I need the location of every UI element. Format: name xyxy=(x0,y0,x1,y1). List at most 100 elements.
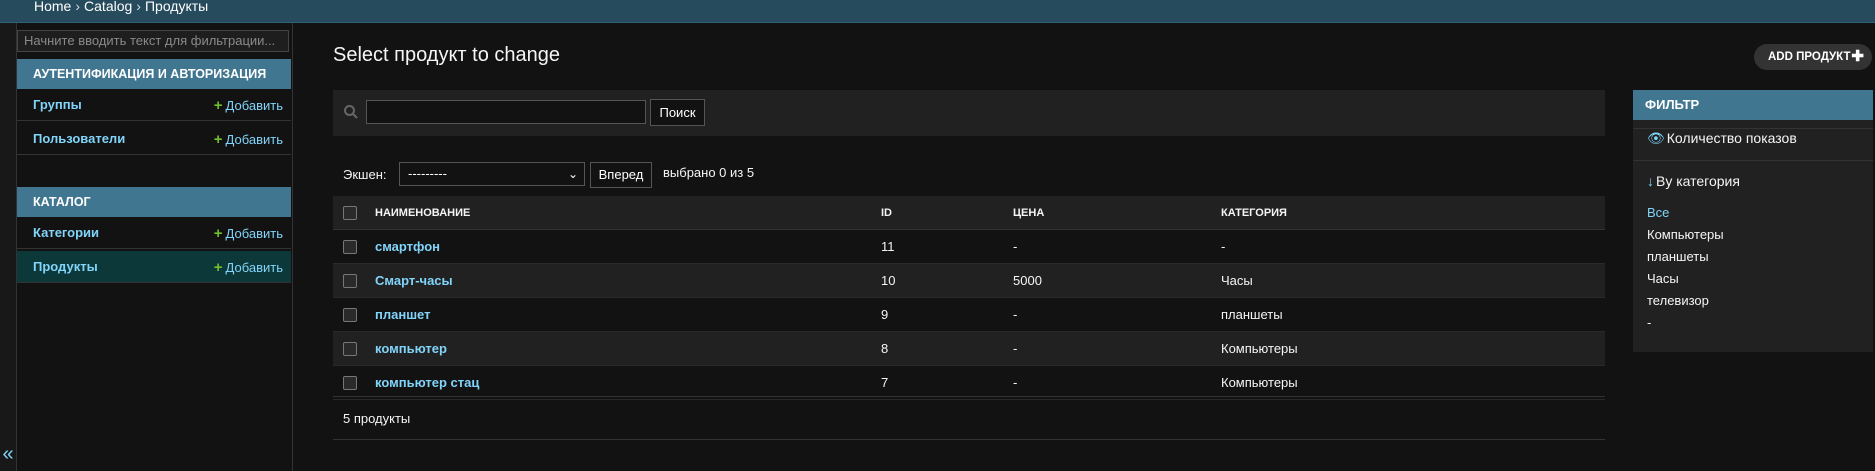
product-link[interactable]: смартфон xyxy=(375,239,440,254)
plus-icon: + xyxy=(213,131,223,148)
product-link[interactable]: компьютер xyxy=(375,341,447,356)
actions-bar: Экшен: --------- ⌄ Вперед выбрано 0 из 5 xyxy=(333,160,1605,190)
cell-category: Компьютеры xyxy=(1221,375,1298,390)
add-product-label: Add продукт xyxy=(1768,51,1851,63)
sidebar-item-categories[interactable]: Категории + Добавить xyxy=(17,217,291,249)
cell-id: 7 xyxy=(881,375,889,390)
filter-option-all[interactable]: Все xyxy=(1647,202,1724,224)
filter-title: Фильтр xyxy=(1633,90,1873,120)
cell-price: - xyxy=(1013,341,1018,356)
product-link[interactable]: Смарт-часы xyxy=(375,273,453,288)
paginator: 5 продукты xyxy=(333,396,1605,440)
filter-panel: Фильтр 👁 Количество показов ↓ By категория… xyxy=(1633,90,1873,352)
add-label: Добавить xyxy=(225,132,283,147)
sidebar-item-groups[interactable]: Группы + Добавить xyxy=(17,89,291,121)
results-table: Наименование ID Цена Категория смартфон … xyxy=(333,196,1605,400)
show-counts-toggle[interactable]: 👁 Количество показов xyxy=(1647,130,1797,147)
cell-price: - xyxy=(1013,307,1018,322)
breadcrumb-catalog[interactable]: Catalog xyxy=(84,0,132,14)
breadcrumb-separator: › xyxy=(75,0,81,14)
chevron-down-icon: ⌄ xyxy=(567,167,578,181)
search-button[interactable]: Поиск xyxy=(650,99,705,126)
plus-icon: + xyxy=(213,259,223,276)
breadcrumb-home[interactable]: Home xyxy=(34,0,71,14)
filter-option[interactable]: Часы xyxy=(1647,268,1724,290)
collapse-sidebar-icon[interactable]: « xyxy=(0,443,16,465)
table-row: Смарт-часы 10 5000 Часы xyxy=(333,264,1605,298)
add-label: Добавить xyxy=(225,98,283,113)
sidebar-filter-input[interactable]: Начните вводить текст для фильтрации... xyxy=(17,30,289,52)
cell-category: - xyxy=(1221,239,1226,254)
add-product-button[interactable]: Add продукт ✚ xyxy=(1754,44,1872,70)
module-caption-auth[interactable]: Аутентификация и авторизация xyxy=(17,59,291,89)
add-link[interactable]: + Добавить xyxy=(214,225,283,242)
column-header-id[interactable]: ID xyxy=(881,207,892,219)
product-link[interactable]: планшет xyxy=(375,307,430,322)
column-header-name[interactable]: Наименование xyxy=(375,207,470,219)
top-header: Home › Catalog › Продукты xyxy=(0,0,1875,23)
add-label: Добавить xyxy=(225,260,283,275)
row-checkbox[interactable] xyxy=(343,274,357,288)
row-checkbox[interactable] xyxy=(343,240,357,254)
column-header-price[interactable]: Цена xyxy=(1013,207,1044,219)
cell-price: 5000 xyxy=(1013,273,1042,288)
cell-price: - xyxy=(1013,239,1018,254)
breadcrumb: Home › Catalog › Продукты xyxy=(34,0,208,14)
add-link[interactable]: + Добавить xyxy=(214,97,283,114)
sidebar-item-label[interactable]: Продукты xyxy=(33,259,98,274)
action-select[interactable]: --------- ⌄ xyxy=(399,162,585,186)
eye-icon: 👁 xyxy=(1647,130,1665,146)
sidebar-item-label[interactable]: Пользователи xyxy=(33,131,125,146)
cell-category: Компьютеры xyxy=(1221,341,1298,356)
breadcrumb-current: Продукты xyxy=(144,0,209,14)
filter-divider xyxy=(1633,128,1873,129)
filter-section-category[interactable]: ↓ By категория xyxy=(1647,173,1740,189)
page-title: Select продукт to change xyxy=(333,44,560,66)
arrow-down-icon: ↓ xyxy=(1647,173,1654,189)
add-link[interactable]: + Добавить xyxy=(214,131,283,148)
row-checkbox[interactable] xyxy=(343,376,357,390)
action-label: Экшен: xyxy=(343,167,387,182)
table-row: планшет 9 - планшеты xyxy=(333,298,1605,332)
cell-id: 8 xyxy=(881,341,889,356)
sidebar-item-products[interactable]: Продукты + Добавить xyxy=(17,251,291,283)
row-checkbox[interactable] xyxy=(343,342,357,356)
cell-price: - xyxy=(1013,375,1018,390)
plus-icon: + xyxy=(213,225,223,242)
sidebar-collapse-strip xyxy=(0,23,17,471)
plus-icon: ✚ xyxy=(1851,48,1864,65)
column-header-category[interactable]: Категория xyxy=(1221,207,1287,219)
add-link[interactable]: + Добавить xyxy=(214,259,283,276)
sidebar-item-label[interactable]: Группы xyxy=(33,97,82,112)
filter-option[interactable]: телевизор xyxy=(1647,290,1724,312)
select-all-checkbox[interactable] xyxy=(343,206,357,220)
filter-options: Все Компьютеры планшеты Часы телевизор - xyxy=(1647,202,1724,334)
plus-icon: + xyxy=(213,97,223,114)
show-counts-label: Количество показов xyxy=(1666,130,1797,146)
result-count: 5 продукты xyxy=(343,411,411,426)
module-caption-catalog[interactable]: Каталог xyxy=(17,187,291,217)
breadcrumb-separator: › xyxy=(136,0,141,14)
selection-counter: выбрано 0 из 5 xyxy=(663,165,755,180)
cell-id: 10 xyxy=(881,273,896,288)
go-button[interactable]: Вперед xyxy=(590,162,652,188)
search-toolbar: Поиск xyxy=(333,90,1605,136)
filter-option[interactable]: Компьютеры xyxy=(1647,224,1724,246)
cell-id: 9 xyxy=(881,307,889,322)
action-select-value: --------- xyxy=(408,166,447,181)
filter-option[interactable]: планшеты xyxy=(1647,246,1724,268)
table-row: компьютер стац 7 - Компьютеры xyxy=(333,366,1605,400)
product-link[interactable]: компьютер стац xyxy=(375,375,479,390)
add-label: Добавить xyxy=(225,226,283,241)
row-checkbox[interactable] xyxy=(343,308,357,322)
sidebar-item-label[interactable]: Категории xyxy=(33,225,99,240)
table-header: Наименование ID Цена Категория xyxy=(333,196,1605,230)
sidebar-item-users[interactable]: Пользователи + Добавить xyxy=(17,123,291,155)
cell-id: 11 xyxy=(881,239,895,254)
search-input[interactable] xyxy=(366,100,646,124)
cell-category: планшеты xyxy=(1221,307,1283,322)
table-row: компьютер 8 - Компьютеры xyxy=(333,332,1605,366)
filter-divider xyxy=(1633,160,1873,161)
cell-category: Часы xyxy=(1221,273,1253,288)
filter-option[interactable]: - xyxy=(1647,312,1724,334)
